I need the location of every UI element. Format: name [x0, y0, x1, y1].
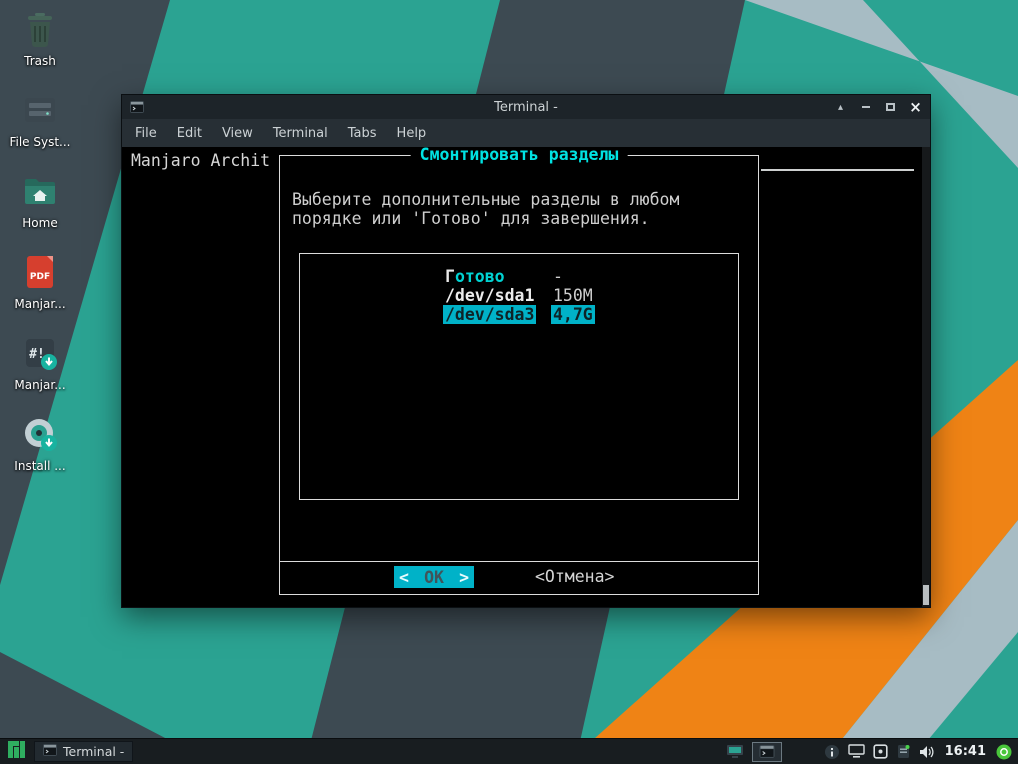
volume-icon[interactable] — [919, 745, 935, 759]
backdrop-title: Manjaro Archit — [131, 151, 270, 170]
desktop-icon-label: Manjar... — [2, 297, 78, 311]
desktop-icon-manjaro-pdf[interactable]: PDF Manjar... — [2, 253, 78, 311]
menu-tabs[interactable]: Tabs — [338, 126, 387, 141]
list-item-value: 150M — [553, 286, 593, 305]
script-icon: #! — [21, 334, 59, 372]
taskbar: Terminal - — [0, 738, 1018, 764]
updates-icon[interactable] — [996, 744, 1012, 760]
list-item-tag: Готово — [445, 267, 505, 286]
list-item-sda3-selected[interactable]: /dev/sda3 4,7G — [300, 305, 738, 324]
desktop-icon-home[interactable]: Home — [2, 172, 78, 230]
list-item-tag: /dev/sda3 — [443, 305, 536, 324]
desktop-icon-trash[interactable]: Trash — [2, 10, 78, 68]
shade-button[interactable]: ▴ — [833, 99, 848, 115]
menu-view[interactable]: View — [212, 126, 263, 141]
taskbar-window-button[interactable]: Terminal - — [34, 741, 133, 762]
list-item-done[interactable]: Готово - — [300, 267, 738, 286]
system-tray: 16:41 — [726, 742, 1018, 762]
list-item-tag: /dev/sda1 — [445, 286, 534, 305]
dialog-title: Смонтировать разделы — [411, 147, 628, 164]
display-icon[interactable] — [873, 744, 888, 759]
close-button[interactable]: × — [908, 99, 923, 115]
window-controls: ▴ × — [833, 95, 923, 119]
titlebar[interactable]: Terminal - ▴ × — [122, 95, 930, 119]
dialog-text-line1: Выберите дополнительные разделы в любом — [292, 190, 679, 209]
menu-file[interactable]: File — [125, 126, 167, 141]
menu-help[interactable]: Help — [387, 126, 437, 141]
menu-edit[interactable]: Edit — [167, 126, 212, 141]
pdf-icon: PDF — [21, 253, 59, 291]
taskbar-window-label: Terminal - — [63, 744, 124, 759]
network-icon[interactable] — [848, 744, 865, 759]
clock[interactable]: 16:41 — [945, 744, 986, 759]
desktop-icon-install[interactable]: Install ... — [2, 415, 78, 473]
list-item-value: - — [553, 267, 563, 286]
desktop-icon-label: Manjar... — [2, 378, 78, 392]
backdrop-rule — [761, 169, 914, 171]
window-title: Terminal - — [122, 100, 930, 115]
scrollbar[interactable] — [921, 147, 930, 607]
desktop-icon-label: File Syst... — [2, 135, 78, 149]
clipboard-icon[interactable] — [896, 744, 911, 759]
filesystem-icon — [21, 91, 59, 129]
screen-icon[interactable] — [726, 744, 744, 759]
manjaro-menu-icon — [8, 741, 25, 762]
terminal-tray-icon[interactable] — [752, 742, 782, 762]
cancel-button[interactable]: <Отмена> — [535, 566, 614, 588]
dialog-separator — [280, 561, 758, 562]
terminal-window: Terminal - ▴ × File Edit View Terminal T… — [122, 95, 930, 607]
desktop: Trash File Syst... Home — [0, 0, 1018, 764]
scrollbar-thumb[interactable] — [923, 585, 929, 605]
applications-menu-button[interactable] — [5, 741, 27, 763]
home-icon — [21, 172, 59, 210]
desktop-icon-filesystem[interactable]: File Syst... — [2, 91, 78, 149]
desktop-icon-manjaro-script[interactable]: #! Manjar... — [2, 334, 78, 392]
info-icon[interactable] — [824, 744, 840, 760]
ok-button[interactable]: < OK > — [394, 566, 474, 588]
list-item-value: 4,7G — [551, 305, 595, 324]
menubar: File Edit View Terminal Tabs Help — [122, 119, 930, 147]
terminal-screen[interactable]: Manjaro Archit Смонтировать разделы Выбе… — [122, 147, 930, 607]
trash-icon — [21, 10, 59, 48]
list-item-sda1[interactable]: /dev/sda1 150M — [300, 286, 738, 305]
menu-terminal[interactable]: Terminal — [263, 126, 338, 141]
terminal-icon — [130, 101, 144, 113]
minimize-button[interactable] — [858, 99, 873, 115]
maximize-button[interactable] — [883, 99, 898, 115]
install-icon — [21, 415, 59, 453]
desktop-icon-label: Home — [2, 216, 78, 230]
desktop-icon-label: Trash — [2, 54, 78, 68]
mount-partitions-dialog: Смонтировать разделы Выберите дополнител… — [279, 155, 759, 595]
desktop-icon-label: Install ... — [2, 459, 78, 473]
svg-text:PDF: PDF — [30, 272, 50, 282]
partition-list: Готово - /dev/sda1 150M /dev/sda3 4,7G — [299, 253, 739, 500]
terminal-icon — [43, 744, 57, 759]
dialog-text-line2: порядке или 'Готово' для завершения. — [292, 209, 650, 228]
